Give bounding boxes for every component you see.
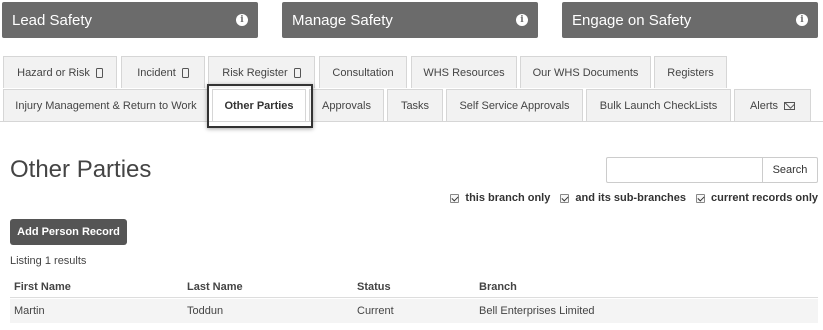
tab-label: Alerts: [749, 99, 779, 112]
filter-sub-branches[interactable]: and its sub-branches: [560, 192, 686, 204]
listing-count: Listing 1 results: [10, 255, 87, 267]
checkbox[interactable]: [696, 193, 706, 203]
column-header-first-name[interactable]: First Name: [14, 276, 71, 297]
cell-status: Current: [357, 305, 394, 317]
tab-whs-resources[interactable]: WHS Resources: [411, 56, 517, 88]
filter-label: current records only: [711, 192, 818, 204]
tab-tasks[interactable]: Tasks: [387, 89, 443, 121]
table-header: First Name Last Name Status Branch: [10, 276, 818, 298]
info-icon[interactable]: i: [516, 14, 528, 26]
lead-safety-button[interactable]: Lead Safety i: [2, 2, 258, 38]
manage-safety-label: Manage Safety: [292, 11, 393, 29]
mobile-icon: [181, 67, 189, 78]
tab-consultation[interactable]: Consultation: [319, 56, 407, 88]
info-icon[interactable]: i: [796, 14, 808, 26]
filter-options: this branch only and its sub-branches cu…: [450, 192, 818, 204]
tab-label: Bulk Launch CheckLists: [599, 99, 718, 112]
column-header-status[interactable]: Status: [357, 276, 391, 297]
page-title: Other Parties: [10, 156, 152, 183]
tab-label: Hazard or Risk: [17, 66, 90, 79]
search-input[interactable]: [606, 157, 763, 183]
checkbox[interactable]: [560, 193, 570, 203]
tab-label: Registers: [667, 66, 714, 79]
tab-alerts[interactable]: Alerts: [734, 89, 811, 121]
add-person-record-button[interactable]: Add Person Record: [10, 219, 127, 245]
filter-this-branch-only[interactable]: this branch only: [450, 192, 550, 204]
engage-on-safety-label: Engage on Safety: [572, 11, 692, 29]
tab-label: Approvals: [322, 99, 371, 112]
filter-current-records-only[interactable]: current records only: [696, 192, 818, 204]
tab-self-service-approvals[interactable]: Self Service Approvals: [446, 89, 583, 121]
column-header-branch[interactable]: Branch: [479, 276, 517, 297]
tab-incident[interactable]: Incident: [121, 56, 205, 88]
filter-label: this branch only: [465, 192, 551, 204]
checkbox[interactable]: [450, 193, 460, 203]
column-header-last-name[interactable]: Last Name: [187, 276, 243, 297]
tab-hazard-or-risk[interactable]: Hazard or Risk: [3, 56, 117, 88]
info-icon[interactable]: i: [236, 14, 248, 26]
tab-label: Risk Register: [222, 66, 288, 79]
cell-branch: Bell Enterprises Limited: [479, 305, 595, 317]
filter-label: and its sub-branches: [575, 192, 687, 204]
manage-safety-button[interactable]: Manage Safety i: [282, 2, 538, 38]
envelope-icon: [784, 101, 796, 110]
engage-on-safety-button[interactable]: Engage on Safety i: [562, 2, 818, 38]
tab-approvals[interactable]: Approvals: [309, 89, 384, 121]
active-tab-highlight: [207, 84, 313, 128]
tab-our-whs-documents[interactable]: Our WHS Documents: [520, 56, 651, 88]
mobile-icon: [293, 67, 301, 78]
tab-label: Tasks: [400, 99, 430, 112]
cell-last-name: Toddun: [187, 305, 224, 317]
table-row[interactable]: Martin Toddun Current Bell Enterprises L…: [10, 299, 818, 323]
tab-registers[interactable]: Registers: [654, 56, 727, 88]
tab-label: Consultation: [332, 66, 394, 79]
tab-divider: [0, 121, 823, 122]
tab-label: Incident: [137, 66, 176, 79]
tab-bulk-launch-checklists[interactable]: Bulk Launch CheckLists: [586, 89, 731, 121]
mobile-icon: [95, 67, 103, 78]
tab-label: Injury Management & Return to Work: [15, 99, 197, 112]
tab-label: WHS Resources: [423, 66, 505, 79]
tab-injury-management[interactable]: Injury Management & Return to Work: [3, 89, 209, 121]
tab-label: Our WHS Documents: [532, 66, 639, 79]
search-button[interactable]: Search: [762, 157, 818, 183]
tab-label: Self Service Approvals: [459, 99, 570, 112]
lead-safety-label: Lead Safety: [12, 11, 93, 29]
cell-first-name: Martin: [14, 305, 45, 317]
